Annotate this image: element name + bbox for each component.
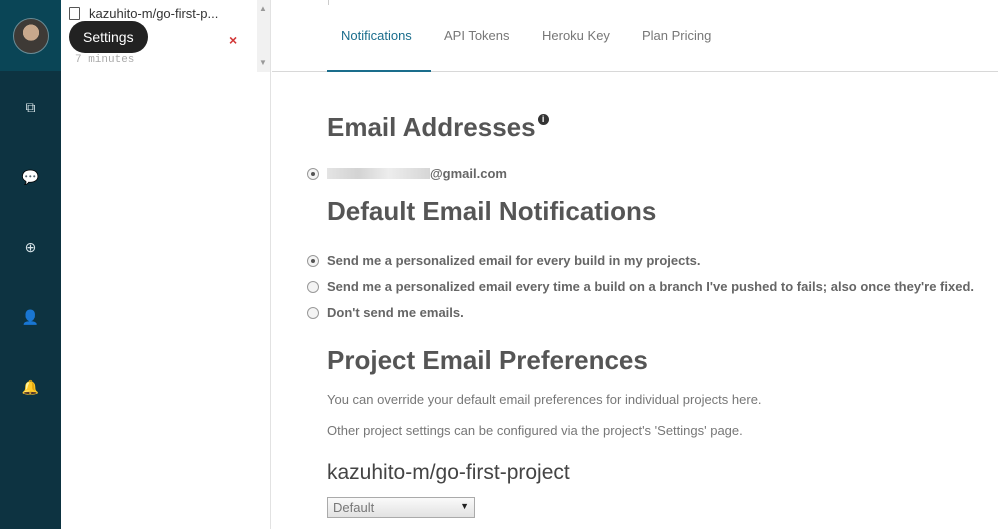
repo-book-icon	[69, 7, 80, 20]
email-radio[interactable]	[307, 167, 319, 180]
avatar[interactable]	[12, 17, 49, 54]
active-tab-indicator	[327, 70, 431, 72]
option-label: Don't send me emails.	[327, 305, 464, 320]
project-settings-hint: Other project settings can be configured…	[327, 423, 743, 438]
tab-api-tokens[interactable]: API Tokens	[444, 28, 510, 43]
notification-option-every-build[interactable]: Send me a personalized email for every b…	[307, 253, 701, 268]
scroll-down-icon[interactable]: ▼	[259, 58, 267, 67]
tab-heroku-key[interactable]: Heroku Key	[542, 28, 610, 43]
settings-tabs: Notifications API Tokens Heroku Key Plan…	[272, 0, 998, 72]
recent-builds-panel: kazuhito-m/go-first-p... × 7 minutes ▲ ▼	[61, 0, 271, 529]
option-label: Send me a personalized email every time …	[327, 279, 974, 294]
app-sidebar: ⧉ 💬 ⊕ 👤 🔔	[0, 0, 61, 529]
tab-notifications[interactable]: Notifications	[341, 28, 412, 43]
notification-option-failures[interactable]: Send me a personalized email every time …	[307, 279, 974, 294]
repositories-icon[interactable]: ⧉	[0, 92, 61, 122]
email-address-label: @gmail.com	[327, 166, 507, 181]
project-email-select[interactable]: Default ▼	[327, 497, 475, 518]
select-value: Default	[333, 500, 375, 515]
email-address-option[interactable]: @gmail.com	[307, 166, 507, 181]
project-name: kazuhito-m/go-first-project	[327, 461, 570, 484]
chat-icon[interactable]: 💬	[0, 162, 61, 192]
build-time: 7 minutes	[75, 54, 135, 66]
settings-tooltip: Settings	[69, 21, 148, 53]
project-prefs-description: You can override your default email pref…	[327, 392, 762, 407]
bell-icon[interactable]: 🔔	[0, 372, 61, 402]
settings-main: Notifications API Tokens Heroku Key Plan…	[272, 0, 998, 529]
builds-scrollbar[interactable]: ▲ ▼	[257, 0, 270, 72]
project-prefs-heading: Project Email Preferences	[327, 345, 648, 375]
tab-plan-pricing[interactable]: Plan Pricing	[642, 28, 711, 43]
divider	[328, 0, 329, 5]
avatar-button[interactable]	[0, 0, 61, 71]
radio-every-build[interactable]	[307, 254, 319, 267]
info-icon[interactable]: i	[537, 114, 549, 125]
redacted-email	[327, 168, 430, 179]
chevron-down-icon: ▼	[460, 501, 469, 511]
close-icon[interactable]: ×	[229, 32, 237, 48]
radio-none[interactable]	[307, 306, 319, 319]
option-label: Send me a personalized email for every b…	[327, 253, 701, 268]
add-icon[interactable]: ⊕	[0, 232, 61, 262]
scroll-up-icon[interactable]: ▲	[259, 4, 267, 13]
build-repo-name[interactable]: kazuhito-m/go-first-p...	[89, 6, 218, 21]
notification-option-none[interactable]: Don't send me emails.	[307, 305, 464, 320]
email-addresses-heading: Email Addresses i	[327, 112, 549, 143]
user-icon[interactable]: 👤	[0, 302, 61, 332]
default-notifications-heading: Default Email Notifications	[327, 196, 657, 226]
radio-failures[interactable]	[307, 280, 319, 293]
